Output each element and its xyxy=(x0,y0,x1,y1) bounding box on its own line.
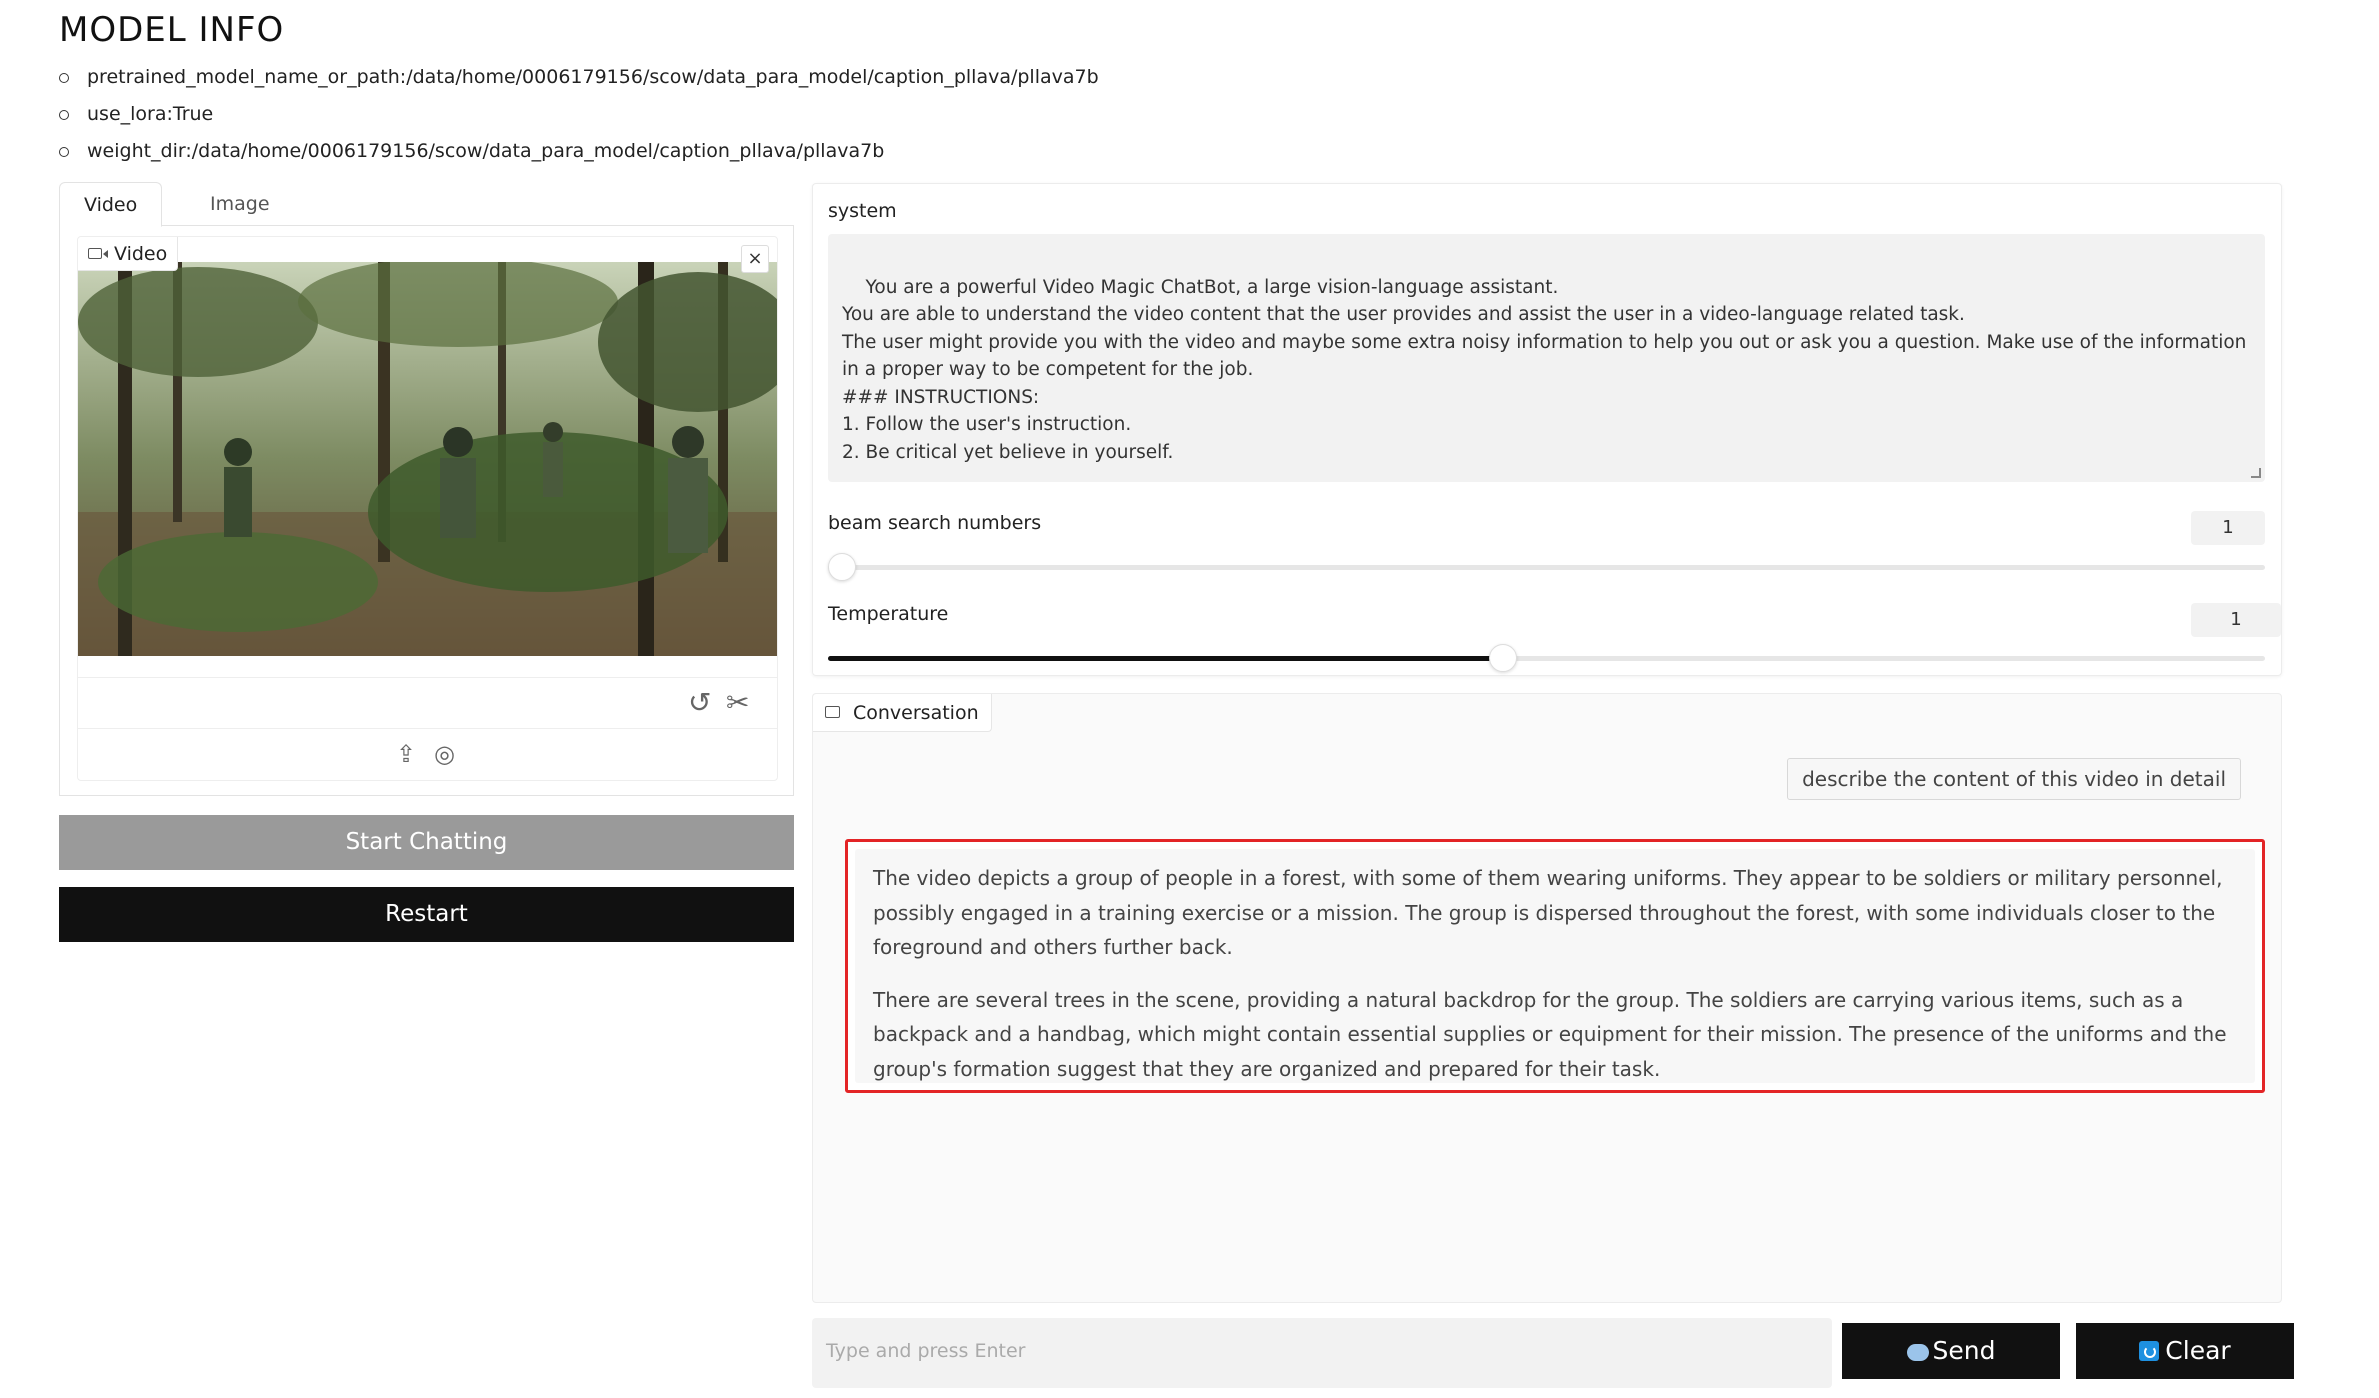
temperature-slider-thumb[interactable] xyxy=(1489,644,1518,672)
beam-search-number-input[interactable]: 1 xyxy=(2191,511,2265,545)
scissors-icon[interactable]: ✂ xyxy=(726,688,749,718)
send-button-label: Send xyxy=(1932,1336,1996,1365)
bot-message: The video depicts a group of people in a… xyxy=(855,849,2255,1083)
video-toolbar: ↺ ✂ xyxy=(78,677,777,729)
chat-icon xyxy=(825,706,840,718)
system-prompt-textarea[interactable]: You are a powerful Video Magic ChatBot, … xyxy=(828,234,2265,482)
bot-message-paragraph: There are several trees in the scene, pr… xyxy=(873,987,2227,1081)
resize-handle-icon[interactable] xyxy=(2251,468,2261,478)
tab-video[interactable]: Video xyxy=(59,182,163,227)
conversation-label: Conversation xyxy=(813,694,992,732)
message-input[interactable]: Type and press Enter xyxy=(812,1318,1832,1388)
send-button[interactable]: Send xyxy=(1842,1323,2060,1379)
temperature-label: Temperature xyxy=(828,603,949,625)
tab-image[interactable]: Image xyxy=(186,182,294,226)
model-info-list: pretrained_model_name_or_path:/data/home… xyxy=(59,64,1099,175)
bot-message-paragraph: The video depicts a group of people in a… xyxy=(873,866,2223,959)
webcam-icon[interactable]: ◎ xyxy=(434,739,455,769)
model-info-title: MODEL INFO xyxy=(59,10,285,50)
conversation-label-text: Conversation xyxy=(853,702,979,724)
upload-icon[interactable]: ⇪ xyxy=(396,739,416,769)
model-info-item: use_lora:True xyxy=(59,101,1099,138)
media-tabs: Video Image xyxy=(59,182,794,227)
video-player[interactable] xyxy=(78,262,777,656)
system-label: system xyxy=(828,200,897,222)
video-label: Video xyxy=(78,237,179,271)
beam-search-slider-thumb[interactable] xyxy=(828,553,856,581)
beam-search-label: beam search numbers xyxy=(828,512,1042,534)
system-prompt-text: You are a powerful Video Magic ChatBot, … xyxy=(842,276,2247,463)
temperature-number-input[interactable]: 1 xyxy=(2191,603,2281,637)
user-message: describe the content of this video in de… xyxy=(1787,758,2241,800)
video-component: Video × ↺ ✂ ⇪ ◎ xyxy=(77,236,778,781)
refresh-icon xyxy=(2139,1341,2160,1361)
beam-search-slider-track[interactable] xyxy=(828,565,2265,570)
model-info-item: weight_dir:/data/home/0006179156/scow/da… xyxy=(59,138,1099,175)
settings-panel: system You are a powerful Video Magic Ch… xyxy=(812,183,2282,676)
model-info-item: pretrained_model_name_or_path:/data/home… xyxy=(59,64,1099,101)
clear-button[interactable]: Clear xyxy=(2076,1323,2294,1379)
video-source-row: ⇪ ◎ xyxy=(78,729,777,781)
clear-button-label: Clear xyxy=(2165,1336,2231,1365)
video-frame-image xyxy=(78,262,777,656)
start-chatting-button[interactable]: Start Chatting xyxy=(59,815,794,870)
restart-button[interactable]: Restart xyxy=(59,887,794,942)
bot-message-highlight: The video depicts a group of people in a… xyxy=(845,839,2265,1093)
conversation-panel: Conversation describe the content of thi… xyxy=(812,693,2282,1303)
close-icon[interactable]: × xyxy=(741,245,769,273)
temperature-slider-fill xyxy=(828,656,1504,661)
video-panel: Video × ↺ ✂ ⇪ ◎ xyxy=(59,226,794,796)
chat-bubble-icon xyxy=(1906,1344,1929,1361)
video-label-text: Video xyxy=(114,243,168,265)
undo-icon[interactable]: ↺ xyxy=(688,688,711,718)
camera-icon xyxy=(88,248,108,259)
